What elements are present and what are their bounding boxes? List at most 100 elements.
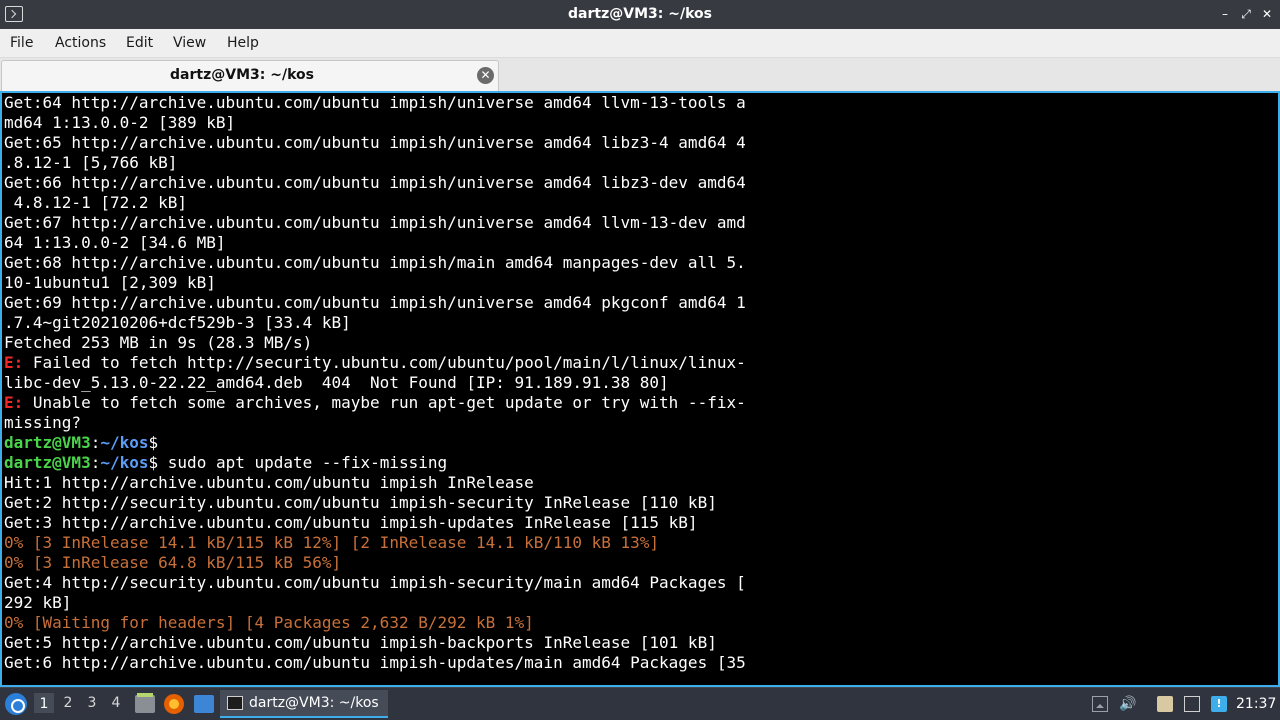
workspace-4[interactable]: 4 <box>106 695 126 711</box>
window-titlebar[interactable]: dartz@VM3: ~/kos – ⤢ ✕ <box>0 0 1280 29</box>
menu-view[interactable]: View <box>173 35 206 51</box>
workspace-2[interactable]: 2 <box>58 695 78 711</box>
terminal-line: 4.8.12-1 [72.2 kB] <box>4 193 187 213</box>
progress-text: 0% [3 InRelease 14.1 kB/115 kB 12%] [2 I… <box>4 533 660 552</box>
window-title: dartz@VM3: ~/kos <box>568 6 712 22</box>
error-prefix: E: <box>4 393 24 412</box>
terminal-text: missing? <box>4 413 82 432</box>
error-text: Failed to fetch http://security.ubuntu.c… <box>23 353 746 372</box>
terminal-text: Get:65 http://archive.ubuntu.com/ubuntu … <box>4 133 746 152</box>
terminal-line: .7.4~git20210206+dcf529b-3 [33.4 kB] <box>4 313 351 333</box>
terminal-line: Get:68 http://archive.ubuntu.com/ubuntu … <box>4 253 746 273</box>
terminal-line: 0% [3 InRelease 14.1 kB/115 kB 12%] [2 I… <box>4 533 659 553</box>
terminal-line: Get:64 http://archive.ubuntu.com/ubuntu … <box>4 93 746 113</box>
terminal-text: md64 1:13.0.0-2 [389 kB] <box>4 113 236 132</box>
terminal-text: Get:4 http://security.ubuntu.com/ubuntu … <box>4 573 746 592</box>
terminal-text: Get:2 http://security.ubuntu.com/ubuntu … <box>4 493 717 512</box>
updates-icon[interactable]: ! <box>1211 696 1227 712</box>
menu-file[interactable]: File <box>10 35 33 51</box>
prompt-user: dartz@VM3 <box>4 453 91 472</box>
tab-close-icon[interactable]: ✕ <box>477 67 494 84</box>
tray-expand-icon[interactable] <box>1092 696 1108 712</box>
terminal-line: Get:4 http://security.ubuntu.com/ubuntu … <box>4 573 746 593</box>
terminal-line: Get:5 http://archive.ubuntu.com/ubuntu i… <box>4 633 717 653</box>
maximize-button[interactable]: ⤢ <box>1239 7 1253 21</box>
show-desktop-icon[interactable] <box>194 695 214 713</box>
prompt-separator: : <box>90 433 101 452</box>
terminal-line: 292 kB] <box>4 593 71 613</box>
menu-edit[interactable]: Edit <box>126 35 153 51</box>
taskbar: 1 2 3 4 dartz@VM3: ~/kos 🔊 ! 21:37 <box>0 687 1280 720</box>
terminal-text: Fetched 253 MB in 9s (28.3 MB/s) <box>4 333 313 352</box>
terminal-line: dartz@VM3:~/kos$ <box>4 433 158 453</box>
clipboard-icon[interactable] <box>1157 696 1173 712</box>
firefox-icon[interactable] <box>164 694 184 714</box>
terminal-line: E: Failed to fetch http://security.ubunt… <box>4 353 746 373</box>
prompt-directory: ~/kos <box>100 453 149 472</box>
prompt-user: dartz@VM3 <box>4 433 91 452</box>
progress-text: 0% [Waiting for headers] [4 Packages 2,6… <box>4 613 534 632</box>
workspace-3[interactable]: 3 <box>82 695 102 711</box>
terminal-text: .7.4~git20210206+dcf529b-3 [33.4 kB] <box>4 313 351 332</box>
terminal-line: Get:65 http://archive.ubuntu.com/ubuntu … <box>4 133 746 153</box>
terminal-text: 64 1:13.0.0-2 [34.6 MB] <box>4 233 226 252</box>
terminal-text: Get:3 http://archive.ubuntu.com/ubuntu i… <box>4 513 698 532</box>
start-menu-icon[interactable] <box>5 693 27 715</box>
error-text: Unable to fetch some archives, maybe run… <box>23 393 746 412</box>
terminal-icon <box>227 696 243 710</box>
file-manager-icon[interactable] <box>135 693 155 713</box>
terminal-line: Get:67 http://archive.ubuntu.com/ubuntu … <box>4 213 746 233</box>
volume-icon[interactable]: 🔊 <box>1119 696 1136 712</box>
minimize-button[interactable]: – <box>1218 7 1232 21</box>
terminal-text: Hit:1 http://archive.ubuntu.com/ubuntu i… <box>4 473 534 492</box>
prompt-symbol: $ <box>148 453 159 472</box>
error-prefix: E: <box>4 353 24 372</box>
terminal-line: missing? <box>4 413 81 433</box>
terminal-line: Get:66 http://archive.ubuntu.com/ubuntu … <box>4 173 746 193</box>
terminal-line: Get:6 http://archive.ubuntu.com/ubuntu i… <box>4 653 746 673</box>
terminal-line: Hit:1 http://archive.ubuntu.com/ubuntu i… <box>4 473 534 493</box>
task-label: dartz@VM3: ~/kos <box>249 695 379 711</box>
terminal-line: Fetched 253 MB in 9s (28.3 MB/s) <box>4 333 312 353</box>
terminal-text: 292 kB] <box>4 593 72 612</box>
workspace-1[interactable]: 1 <box>34 693 54 713</box>
terminal-line: E: Unable to fetch some archives, maybe … <box>4 393 746 413</box>
terminal-line: dartz@VM3:~/kos$ sudo apt update --fix-m… <box>4 453 447 473</box>
menu-help[interactable]: Help <box>227 35 259 51</box>
menu-actions[interactable]: Actions <box>55 35 106 51</box>
progress-text: 0% [3 InRelease 64.8 kB/115 kB 56%] <box>4 553 342 572</box>
prompt-command: sudo apt update --fix-missing <box>158 453 448 472</box>
terminal-line: .8.12-1 [5,766 kB] <box>4 153 177 173</box>
terminal-line: Get:2 http://security.ubuntu.com/ubuntu … <box>4 493 717 513</box>
prompt-separator: : <box>90 453 101 472</box>
terminal-line: Get:3 http://archive.ubuntu.com/ubuntu i… <box>4 513 698 533</box>
terminal-text: Get:68 http://archive.ubuntu.com/ubuntu … <box>4 253 746 272</box>
terminal-line: 10-1ubuntu1 [2,309 kB] <box>4 273 216 293</box>
terminal-text: 4.8.12-1 [72.2 kB] <box>4 193 188 212</box>
terminal-text: 10-1ubuntu1 [2,309 kB] <box>4 273 216 292</box>
terminal-text: Get:69 http://archive.ubuntu.com/ubuntu … <box>4 293 746 312</box>
menu-bar: File Actions Edit View Help <box>0 29 1280 58</box>
terminal-line: Get:69 http://archive.ubuntu.com/ubuntu … <box>4 293 746 313</box>
tab-label: dartz@VM3: ~/kos <box>170 67 314 83</box>
taskbar-task-terminal[interactable]: dartz@VM3: ~/kos <box>220 690 388 718</box>
terminal-text: Get:67 http://archive.ubuntu.com/ubuntu … <box>4 213 746 232</box>
prompt-directory: ~/kos <box>100 433 149 452</box>
terminal-line: libc-dev_5.13.0-22.22_amd64.deb 404 Not … <box>4 373 669 393</box>
terminal-line: md64 1:13.0.0-2 [389 kB] <box>4 113 235 133</box>
network-icon[interactable] <box>1184 696 1200 712</box>
terminal-line: 0% [Waiting for headers] [4 Packages 2,6… <box>4 613 534 633</box>
terminal-output[interactable]: Get:64 http://archive.ubuntu.com/ubuntu … <box>0 91 1280 687</box>
terminal-line: 0% [3 InRelease 64.8 kB/115 kB 56%] <box>4 553 341 573</box>
close-button[interactable]: ✕ <box>1260 7 1274 21</box>
tab-bar: dartz@VM3: ~/kos ✕ <box>0 58 1280 91</box>
terminal-text: libc-dev_5.13.0-22.22_amd64.deb 404 Not … <box>4 373 669 392</box>
terminal-tab[interactable]: dartz@VM3: ~/kos ✕ <box>1 60 499 91</box>
terminal-text: Get:6 http://archive.ubuntu.com/ubuntu i… <box>4 653 746 672</box>
terminal-text: Get:66 http://archive.ubuntu.com/ubuntu … <box>4 173 746 192</box>
prompt-symbol: $ <box>148 433 159 452</box>
terminal-text: Get:5 http://archive.ubuntu.com/ubuntu i… <box>4 633 717 652</box>
terminal-text: .8.12-1 [5,766 kB] <box>4 153 178 172</box>
terminal-text: Get:64 http://archive.ubuntu.com/ubuntu … <box>4 93 746 112</box>
clock[interactable]: 21:37 <box>1236 696 1276 712</box>
